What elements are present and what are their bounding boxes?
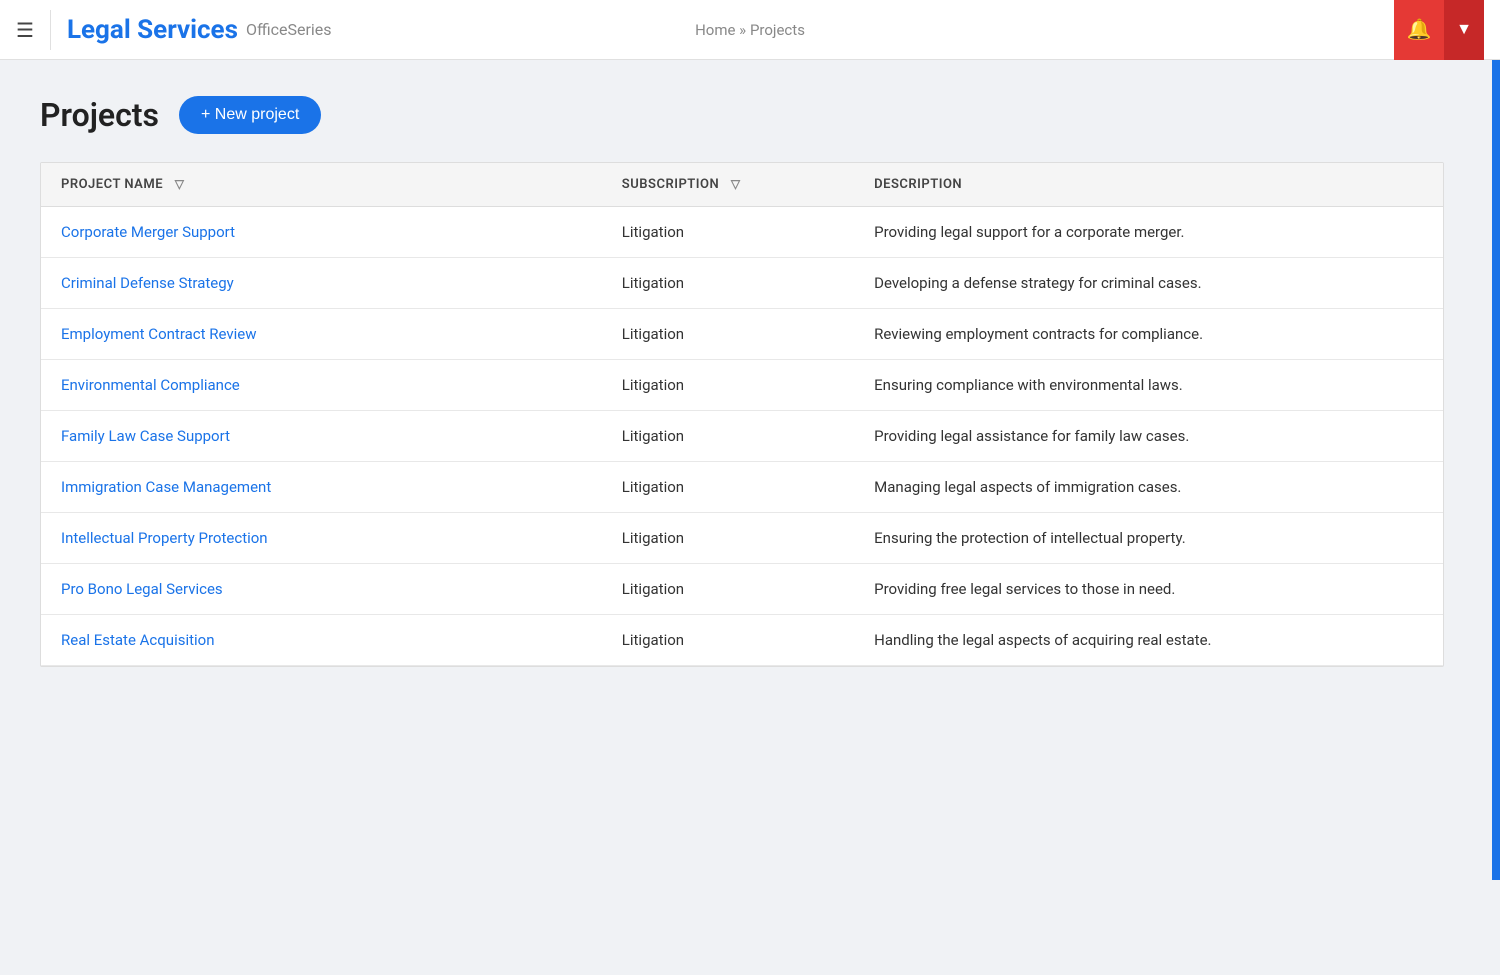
page-title: Projects bbox=[40, 96, 159, 134]
project-name-cell[interactable]: Intellectual Property Protection bbox=[41, 513, 602, 564]
col-header-subscription: SUBSCRIPTION ▽ bbox=[602, 163, 854, 207]
projects-table: PROJECT NAME ▽ SUBSCRIPTION ▽ DESCRIPTIO… bbox=[41, 163, 1443, 666]
description-cell: Providing legal assistance for family la… bbox=[854, 411, 1443, 462]
subscription-cell: Litigation bbox=[602, 411, 854, 462]
project-name-cell[interactable]: Family Law Case Support bbox=[41, 411, 602, 462]
project-name-cell[interactable]: Real Estate Acquisition bbox=[41, 615, 602, 666]
project-name-cell[interactable]: Pro Bono Legal Services bbox=[41, 564, 602, 615]
app-subtitle: OfficeSeries bbox=[246, 20, 332, 39]
col-header-description: DESCRIPTION bbox=[854, 163, 1443, 207]
description-cell: Ensuring the protection of intellectual … bbox=[854, 513, 1443, 564]
description-cell: Providing legal support for a corporate … bbox=[854, 207, 1443, 258]
table-row: Criminal Defense StrategyLitigationDevel… bbox=[41, 258, 1443, 309]
bell-icon: 🔔 bbox=[1407, 17, 1432, 42]
subscription-cell: Litigation bbox=[602, 360, 854, 411]
subscription-cell: Litigation bbox=[602, 207, 854, 258]
table-row: Employment Contract ReviewLitigationRevi… bbox=[41, 309, 1443, 360]
description-cell: Managing legal aspects of immigration ca… bbox=[854, 462, 1443, 513]
subscription-cell: Litigation bbox=[602, 513, 854, 564]
user-dropdown-button[interactable]: ▼ bbox=[1444, 0, 1484, 60]
breadcrumb-home[interactable]: Home bbox=[695, 21, 735, 39]
description-cell: Providing free legal services to those i… bbox=[854, 564, 1443, 615]
filter-icon-name[interactable]: ▽ bbox=[175, 177, 185, 191]
breadcrumb-separator: » bbox=[739, 21, 746, 39]
app-title: Legal Services bbox=[67, 15, 238, 45]
project-name-cell[interactable]: Corporate Merger Support bbox=[41, 207, 602, 258]
table-body: Corporate Merger SupportLitigationProvid… bbox=[41, 207, 1443, 666]
header-divider bbox=[50, 10, 51, 50]
table-row: Immigration Case ManagementLitigationMan… bbox=[41, 462, 1443, 513]
project-name-cell[interactable]: Criminal Defense Strategy bbox=[41, 258, 602, 309]
app-header: ☰ Legal Services OfficeSeries Home » Pro… bbox=[0, 0, 1500, 60]
table-row: Environmental ComplianceLitigationEnsuri… bbox=[41, 360, 1443, 411]
page-title-row: Projects + New project bbox=[40, 96, 1460, 134]
new-project-button[interactable]: + New project bbox=[179, 96, 321, 134]
subscription-cell: Litigation bbox=[602, 564, 854, 615]
description-cell: Reviewing employment contracts for compl… bbox=[854, 309, 1443, 360]
projects-table-container: PROJECT NAME ▽ SUBSCRIPTION ▽ DESCRIPTIO… bbox=[40, 162, 1444, 667]
subscription-cell: Litigation bbox=[602, 462, 854, 513]
description-cell: Developing a defense strategy for crimin… bbox=[854, 258, 1443, 309]
header-actions: 🔔 ▼ bbox=[1394, 0, 1484, 60]
filter-icon-subscription[interactable]: ▽ bbox=[731, 177, 741, 191]
chevron-down-icon: ▼ bbox=[1456, 21, 1472, 39]
table-row: Real Estate AcquisitionLitigationHandlin… bbox=[41, 615, 1443, 666]
project-name-cell[interactable]: Environmental Compliance bbox=[41, 360, 602, 411]
table-row: Pro Bono Legal ServicesLitigationProvidi… bbox=[41, 564, 1443, 615]
notification-button[interactable]: 🔔 bbox=[1394, 0, 1444, 60]
subscription-cell: Litigation bbox=[602, 258, 854, 309]
table-header: PROJECT NAME ▽ SUBSCRIPTION ▽ DESCRIPTIO… bbox=[41, 163, 1443, 207]
breadcrumb-current: Projects bbox=[750, 21, 805, 39]
description-cell: Ensuring compliance with environmental l… bbox=[854, 360, 1443, 411]
table-row: Family Law Case SupportLitigationProvidi… bbox=[41, 411, 1443, 462]
subscription-cell: Litigation bbox=[602, 309, 854, 360]
main-content: Projects + New project PROJECT NAME ▽ SU… bbox=[0, 60, 1500, 703]
table-row: Corporate Merger SupportLitigationProvid… bbox=[41, 207, 1443, 258]
col-header-name: PROJECT NAME ▽ bbox=[41, 163, 602, 207]
project-name-cell[interactable]: Immigration Case Management bbox=[41, 462, 602, 513]
breadcrumb: Home » Projects bbox=[695, 21, 805, 39]
menu-icon[interactable]: ☰ bbox=[16, 20, 34, 40]
table-row: Intellectual Property ProtectionLitigati… bbox=[41, 513, 1443, 564]
project-name-cell[interactable]: Employment Contract Review bbox=[41, 309, 602, 360]
subscription-cell: Litigation bbox=[602, 615, 854, 666]
description-cell: Handling the legal aspects of acquiring … bbox=[854, 615, 1443, 666]
